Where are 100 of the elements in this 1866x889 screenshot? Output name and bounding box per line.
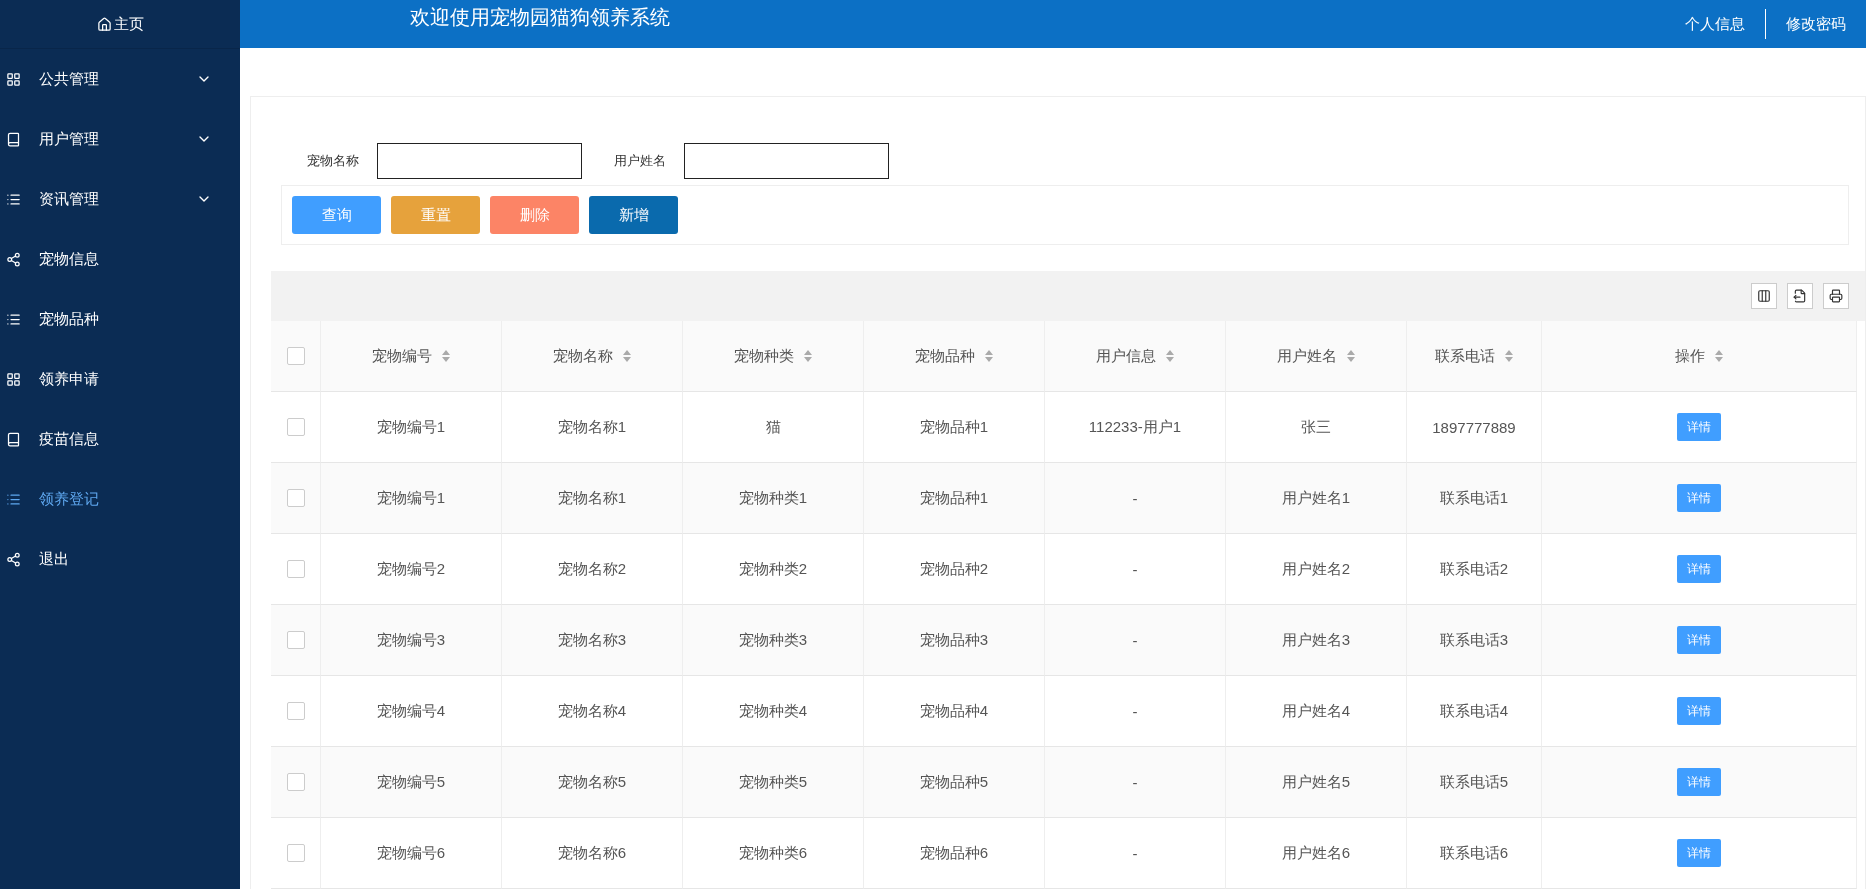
- checkbox[interactable]: [286, 560, 305, 578]
- checkbox[interactable]: [286, 773, 305, 791]
- app-title: 欢迎使用宠物园猫狗领养系统: [410, 5, 671, 30]
- sidebar-item[interactable]: 宠物品种: [0, 289, 240, 349]
- column-header[interactable]: 宠物种类: [683, 321, 864, 392]
- header-link[interactable]: 修改密码: [1766, 14, 1866, 34]
- sidebar-label: 领养登记: [39, 489, 100, 509]
- sidebar-item[interactable]: 领养登记: [0, 469, 240, 529]
- table-cell: 用户姓名6: [1226, 818, 1407, 889]
- sort-icon[interactable]: [985, 350, 993, 362]
- table-cell: 宠物名称5: [502, 747, 683, 818]
- column-header[interactable]: 联系电话: [1407, 321, 1542, 392]
- columns-icon: [1757, 289, 1771, 303]
- table-cell: 112233-用户1: [1045, 392, 1226, 463]
- book-icon: [6, 131, 21, 147]
- checkbox[interactable]: [286, 347, 305, 365]
- table-cell: 宠物品种5: [864, 747, 1045, 818]
- checkbox[interactable]: [286, 418, 305, 436]
- list-icon: [6, 311, 21, 327]
- checkbox[interactable]: [286, 844, 305, 862]
- input-field[interactable]: [684, 143, 889, 179]
- checkbox[interactable]: [286, 702, 305, 720]
- table-cell: -: [1045, 747, 1226, 818]
- input-field[interactable]: [377, 143, 582, 179]
- column-header[interactable]: 宠物编号: [321, 321, 502, 392]
- add-button[interactable]: 新增: [589, 196, 678, 234]
- sort-icon[interactable]: [1505, 350, 1513, 362]
- book-icon: [6, 431, 21, 447]
- home-icon: [96, 16, 112, 32]
- table-cell: 联系电话4: [1407, 676, 1542, 747]
- sort-icon[interactable]: [623, 350, 631, 362]
- table-cell: 联系电话3: [1407, 605, 1542, 676]
- sidebar-item[interactable]: 资讯管理: [0, 169, 240, 229]
- column-header[interactable]: 操作: [1542, 321, 1857, 392]
- table-cell: 宠物品种1: [864, 392, 1045, 463]
- column-header[interactable]: 用户信息: [1045, 321, 1226, 392]
- sidebar-label: 公共管理: [39, 69, 100, 89]
- sort-icon[interactable]: [804, 350, 812, 362]
- table-cell: 宠物编号3: [321, 605, 502, 676]
- table-cell: -: [1045, 605, 1226, 676]
- columns-button[interactable]: [1751, 283, 1777, 309]
- table-cell: 联系电话2: [1407, 534, 1542, 605]
- table-cell: 用户姓名5: [1226, 747, 1407, 818]
- sort-icon[interactable]: [1715, 350, 1723, 362]
- table-cell: 宠物种类6: [683, 818, 864, 889]
- table-cell: 宠物种类1: [683, 463, 864, 534]
- sidebar-item[interactable]: 公共管理: [0, 49, 240, 109]
- checkbox[interactable]: [286, 489, 305, 507]
- table-cell: -: [1045, 534, 1226, 605]
- table-cell: 宠物编号2: [321, 534, 502, 605]
- sidebar-label: 宠物品种: [39, 309, 100, 329]
- sidebar-item[interactable]: 退出: [0, 529, 240, 589]
- table-cell: -: [1045, 818, 1226, 889]
- list-icon: [6, 191, 21, 207]
- header-link[interactable]: 个人信息: [1665, 14, 1765, 34]
- filter-label: 宠物名称: [307, 152, 359, 170]
- table-cell: 宠物种类2: [683, 534, 864, 605]
- table-cell: 联系电话6: [1407, 818, 1542, 889]
- table-cell: 宠物编号1: [321, 392, 502, 463]
- table-cell: -: [1045, 676, 1226, 747]
- table-cell: 宠物名称4: [502, 676, 683, 747]
- table-cell: 宠物品种4: [864, 676, 1045, 747]
- sort-icon[interactable]: [442, 350, 450, 362]
- sort-icon[interactable]: [1347, 350, 1355, 362]
- column-header[interactable]: 宠物名称: [502, 321, 683, 392]
- column-header[interactable]: 用户姓名: [1226, 321, 1407, 392]
- print-button[interactable]: [1823, 283, 1849, 309]
- table-cell: 宠物编号5: [321, 747, 502, 818]
- table-cell: 宠物品种1: [864, 463, 1045, 534]
- list-icon: [6, 491, 21, 507]
- table-cell: 宠物名称1: [502, 463, 683, 534]
- sidebar-label: 资讯管理: [39, 189, 100, 209]
- sidebar-item[interactable]: 宠物信息: [0, 229, 240, 289]
- table-cell: 用户姓名2: [1226, 534, 1407, 605]
- sidebar-item[interactable]: 领养申请: [0, 349, 240, 409]
- table-cell: 联系电话5: [1407, 747, 1542, 818]
- checkbox[interactable]: [286, 631, 305, 649]
- table-cell: 宠物名称2: [502, 534, 683, 605]
- column-header[interactable]: 宠物品种: [864, 321, 1045, 392]
- share-icon: [6, 251, 21, 267]
- table-cell: 联系电话1: [1407, 463, 1542, 534]
- export-button[interactable]: [1787, 283, 1813, 309]
- sidebar-item[interactable]: 疫苗信息: [0, 409, 240, 469]
- table-cell: 宠物品种3: [864, 605, 1045, 676]
- sort-icon[interactable]: [1166, 350, 1174, 362]
- sidebar-item[interactable]: 用户管理: [0, 109, 240, 169]
- share-icon: [6, 551, 21, 567]
- table-cell: -: [1045, 463, 1226, 534]
- table-cell: 宠物编号4: [321, 676, 502, 747]
- grid-icon: [6, 71, 21, 87]
- table-cell: 宠物编号6: [321, 818, 502, 889]
- sidebar-label: 退出: [39, 549, 70, 569]
- table-cell: 宠物种类4: [683, 676, 864, 747]
- table-cell: 宠物名称6: [502, 818, 683, 889]
- sidebar-label: 宠物信息: [39, 249, 100, 269]
- table-cell: 宠物种类5: [683, 747, 864, 818]
- sidebar-label: 用户管理: [39, 129, 100, 149]
- export-icon: [1793, 289, 1807, 303]
- filter-label: 用户姓名: [614, 152, 666, 170]
- table-cell: 1897777889: [1407, 392, 1542, 463]
